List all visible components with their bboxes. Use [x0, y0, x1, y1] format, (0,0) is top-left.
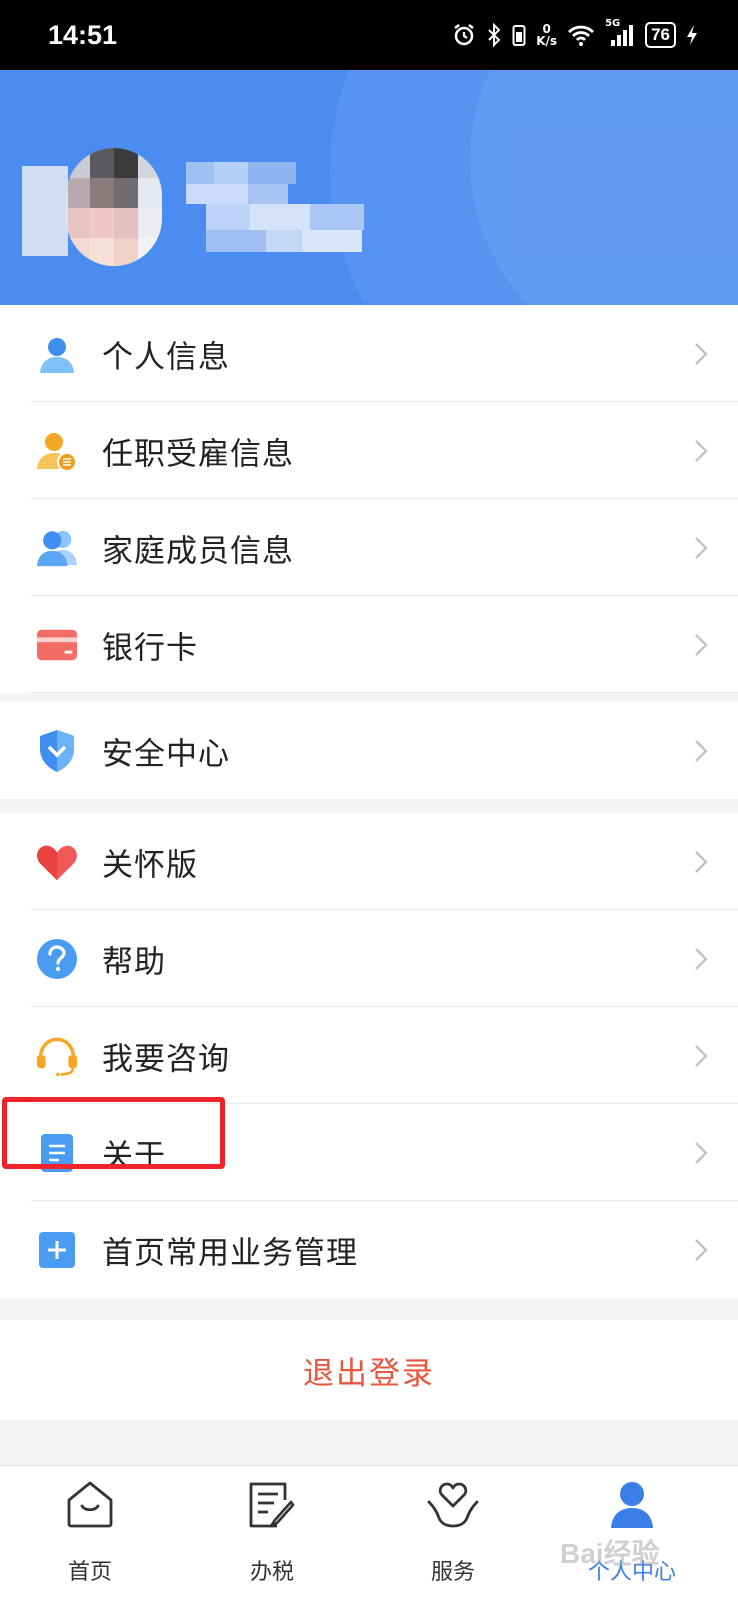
chevron-right-icon: [695, 1141, 708, 1164]
chevron-right-icon: [695, 342, 708, 365]
menu-item-security-center[interactable]: 安全中心: [0, 702, 738, 799]
chevron-right-icon: [695, 739, 708, 762]
charging-icon: [687, 25, 697, 45]
chevron-right-icon: [695, 947, 708, 970]
menu-label: 银行卡: [102, 630, 198, 666]
tab-label: 办税: [249, 1560, 294, 1585]
logout-button[interactable]: 退出登录: [0, 1320, 738, 1420]
tab-label: 首页: [67, 1560, 112, 1585]
header-decoration: [470, 70, 738, 312]
divider: [31, 692, 738, 693]
menu-group-more: 关怀版 帮助 我要咨询 关于 首页常用业务管理: [0, 813, 738, 1298]
shield-icon: [36, 729, 78, 772]
profile-header: [0, 70, 738, 312]
employee-icon: [36, 430, 78, 472]
help-icon: [36, 938, 78, 980]
status-bar: 14:51 0 K/s 5G 76: [0, 0, 738, 70]
menu-label: 个人信息: [102, 339, 230, 375]
tab-home[interactable]: 首页: [30, 1466, 150, 1601]
network-speed: 0 K/s: [536, 23, 557, 47]
menu-item-homepage-service-management[interactable]: 首页常用业务管理: [0, 1201, 738, 1298]
menu-item-care-edition[interactable]: 关怀版: [0, 813, 738, 910]
family-icon: [36, 527, 78, 569]
menu-label: 帮助: [102, 944, 166, 980]
menu-label: 安全中心: [102, 736, 230, 772]
wifi-icon: [568, 25, 595, 46]
tab-service[interactable]: 服务: [393, 1466, 513, 1601]
menu-item-personal-info[interactable]: 个人信息: [0, 305, 738, 402]
status-icons: 0 K/s 5G 76: [452, 18, 698, 52]
tax-icon: [249, 1482, 295, 1528]
person-icon: [36, 333, 78, 375]
user-name-blurred: [186, 162, 372, 256]
avatar-mosaic-edge: [22, 166, 68, 256]
battery-indicator: 76: [645, 22, 676, 48]
menu-group-security: 安全中心: [0, 702, 738, 799]
watermark: Bai经验: [560, 1538, 660, 1569]
menu-label: 家庭成员信息: [102, 533, 294, 569]
status-time: 14:51: [48, 20, 118, 50]
headset-icon: [36, 1035, 78, 1077]
heart-icon: [36, 841, 78, 883]
chevron-right-icon: [695, 439, 708, 462]
menu-label: 我要咨询: [102, 1041, 230, 1077]
menu-item-family-info[interactable]: 家庭成员信息: [0, 499, 738, 596]
menu-item-employment-info[interactable]: 任职受雇信息: [0, 402, 738, 499]
logout-label: 退出登录: [303, 1355, 435, 1392]
phone-battery-icon: [512, 25, 526, 46]
alarm-icon: [454, 24, 474, 46]
plus-icon: [36, 1229, 78, 1271]
chevron-right-icon: [695, 633, 708, 656]
menu-item-help[interactable]: 帮助: [0, 910, 738, 1007]
chevron-right-icon: [695, 536, 708, 559]
battery-level: 76: [651, 25, 670, 44]
tab-tax[interactable]: 办税: [212, 1466, 332, 1601]
home-icon: [67, 1481, 113, 1528]
service-icon: [427, 1482, 479, 1528]
tab-label: 服务: [430, 1560, 475, 1585]
avatar[interactable]: [66, 148, 162, 266]
menu-label: 关怀版: [102, 847, 198, 883]
cell-signal-icon: 5G: [605, 18, 635, 48]
chevron-right-icon: [695, 1044, 708, 1067]
highlight-box: [2, 1097, 225, 1169]
bank-card-icon: [36, 624, 78, 666]
chevron-right-icon: [695, 850, 708, 873]
profile-icon: [611, 1482, 653, 1528]
menu-label: 任职受雇信息: [102, 436, 294, 472]
menu-group-personal: 个人信息 任职受雇信息 家庭成员信息 银行卡: [0, 305, 738, 693]
menu-item-consult[interactable]: 我要咨询: [0, 1007, 738, 1104]
bluetooth-icon: [488, 23, 501, 47]
menu-item-bank-card[interactable]: 银行卡: [0, 596, 738, 693]
chevron-right-icon: [695, 1238, 708, 1261]
network-speed-unit: K/s: [536, 34, 558, 48]
menu-label: 首页常用业务管理: [102, 1235, 358, 1271]
